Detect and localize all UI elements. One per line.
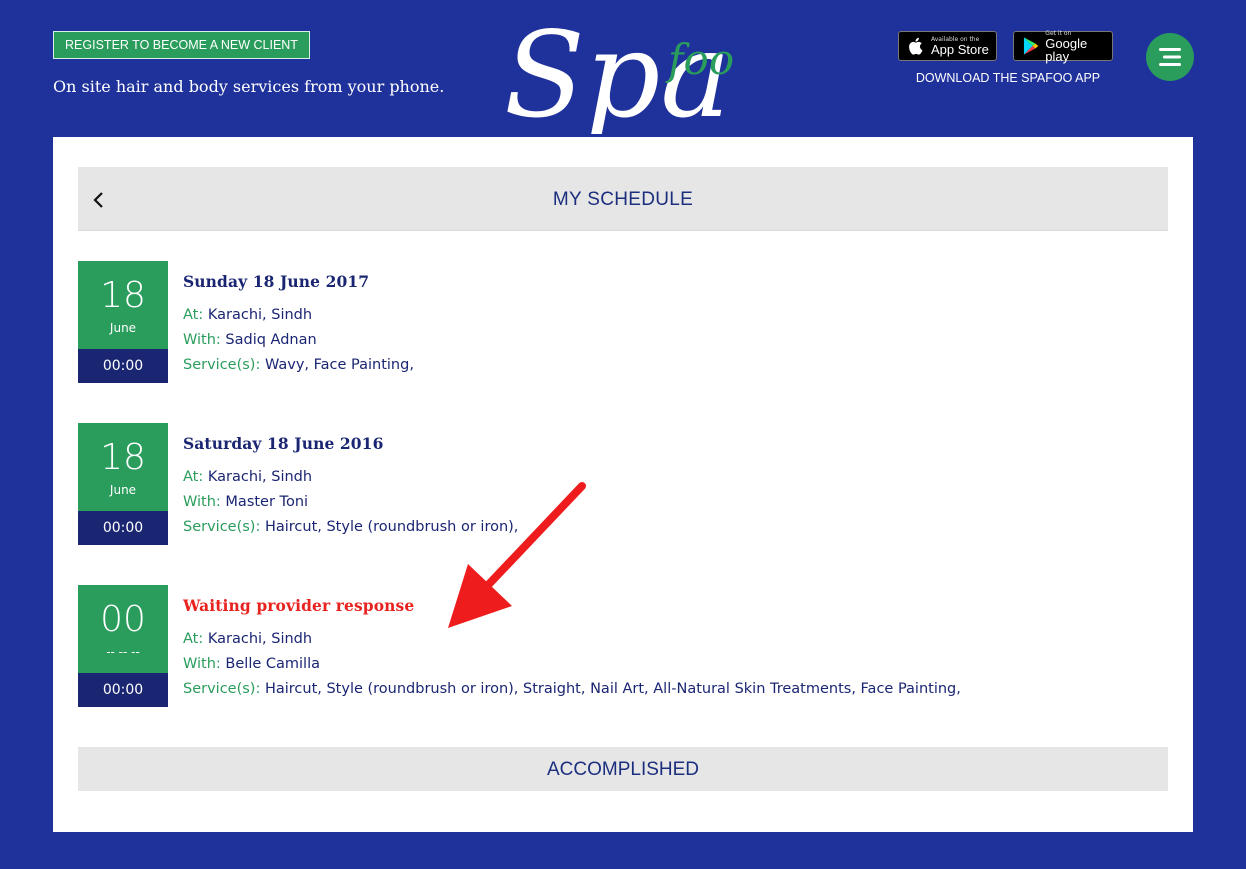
appointment-date-box: 00 -- -- -- 00:00	[78, 585, 168, 707]
appointment-day: 18	[100, 275, 146, 316]
page-title: MY SCHEDULE	[552, 189, 694, 210]
appointment-time: 00:00	[78, 673, 168, 707]
appointment-time: 00:00	[78, 511, 168, 545]
appointment-item-pending[interactable]: 00 -- -- -- 00:00 Waiting provider respo…	[78, 585, 1168, 707]
appointment-day: 18	[100, 437, 146, 478]
appointment-title[interactable]: Sunday 18 June 2017	[183, 272, 414, 291]
app-store-badge[interactable]: Available on the App Store	[898, 31, 997, 61]
appointment-title[interactable]: Saturday 18 June 2016	[183, 434, 518, 453]
appointment-month: -- -- --	[106, 645, 140, 659]
appointment-item[interactable]: 18 June 00:00 Sunday 18 June 2017 At: Ka…	[78, 261, 1168, 383]
google-play-badge[interactable]: Get it on Google play	[1013, 30, 1113, 64]
schedule-header-bar: MY SCHEDULE	[78, 167, 1168, 231]
accomplished-section-bar[interactable]: ACCOMPLISHED	[78, 747, 1168, 791]
google-play-icon	[1023, 37, 1039, 55]
appointment-provider: With: Sadiq Adnan	[183, 332, 317, 348]
appointment-services: Service(s): Haircut, Style (roundbrush o…	[183, 681, 961, 697]
annotation-arrow-icon	[448, 482, 586, 628]
appointment-date-box: 18 June 00:00	[78, 423, 168, 545]
google-play-big-text: Google play	[1045, 35, 1088, 64]
appointment-services: Service(s): Wavy, Face Painting,	[183, 357, 414, 373]
logo-sub-text: foo	[665, 35, 734, 84]
appointment-time: 00:00	[78, 349, 168, 383]
appointment-month: June	[109, 483, 137, 497]
spafoo-logo[interactable]: Spa foo	[500, 4, 745, 134]
schedule-card: MY SCHEDULE 18 June 00:00 Sunday 18 June…	[53, 137, 1193, 832]
appointment-month: June	[109, 321, 137, 335]
register-new-client-button[interactable]: REGISTER TO BECOME A NEW CLIENT	[53, 31, 310, 59]
accomplished-title: ACCOMPLISHED	[546, 759, 700, 780]
appointment-day: 00	[100, 599, 146, 640]
appointment-provider: With: Belle Camilla	[183, 656, 320, 672]
download-app-label: DOWNLOAD THE SPAFOO APP	[915, 71, 1101, 85]
menu-button[interactable]	[1146, 33, 1194, 81]
tagline: On site hair and body services from your…	[53, 77, 445, 96]
apple-icon	[909, 37, 923, 55]
app-store-big-text: App Store	[931, 42, 989, 57]
appointment-item[interactable]: 18 June 00:00 Saturday 18 June 2016 At: …	[78, 423, 1168, 545]
appointment-location: At: Karachi, Sindh	[183, 307, 313, 323]
hamburger-menu-icon	[1159, 48, 1181, 66]
appointment-date-box: 18 June 00:00	[78, 261, 168, 383]
